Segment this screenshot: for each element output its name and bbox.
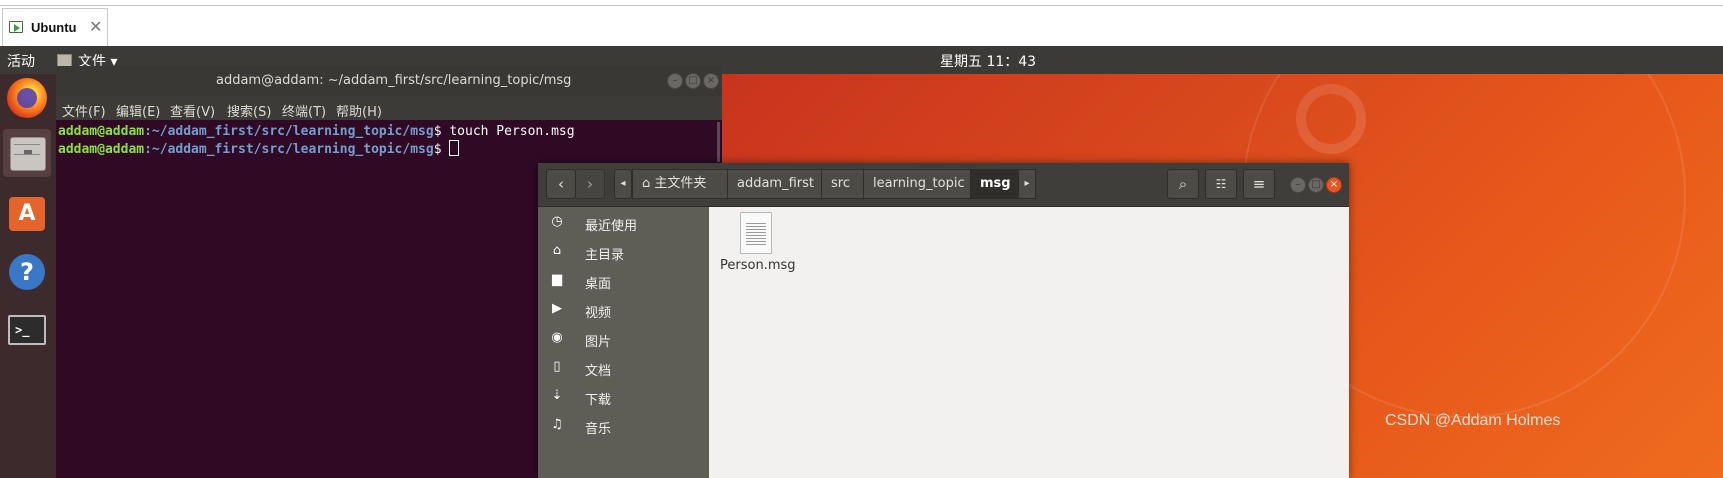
search-button[interactable]: ⌕ bbox=[1167, 169, 1199, 199]
terminal-titlebar[interactable]: addam@addam: ~/addam_first/src/learning_… bbox=[56, 66, 722, 96]
vm-play-icon bbox=[9, 21, 23, 33]
menu-file[interactable]: 文件(F) bbox=[62, 101, 106, 120]
sidebar-item-label: 桌面 bbox=[585, 277, 612, 292]
wallpaper-circle bbox=[1296, 84, 1366, 154]
forward-button[interactable]: › bbox=[575, 169, 605, 199]
terminal-title: addam@addam: ~/addam_first/src/learning_… bbox=[216, 73, 572, 88]
desktop-icon: ▆ bbox=[552, 272, 562, 287]
breadcrumb-left-arrow[interactable]: ◂ bbox=[614, 169, 632, 199]
dock-terminal[interactable]: >_ bbox=[3, 306, 51, 354]
sidebar-item-desktop[interactable]: ▆ 桌面 bbox=[538, 267, 709, 296]
terminal-scrollbar[interactable] bbox=[717, 122, 720, 162]
sidebar-item-label: 音乐 bbox=[585, 422, 612, 437]
list-view-icon: ☷ bbox=[1215, 177, 1227, 191]
terminal-command: $ touch Person.msg bbox=[433, 124, 575, 139]
maximize-button[interactable]: □ bbox=[1308, 177, 1324, 193]
files-headerbar[interactable]: ‹ › ◂ ⌂ 主文件夹 addam_first src learning_to… bbox=[538, 163, 1349, 207]
vm-tab-ubuntu[interactable]: Ubuntu ✕ bbox=[2, 8, 108, 46]
sidebar-item-label: 下载 bbox=[585, 393, 612, 408]
dock-firefox[interactable] bbox=[3, 74, 51, 122]
close-button[interactable]: × bbox=[703, 73, 719, 89]
breadcrumb-home[interactable]: ⌂ 主文件夹 bbox=[632, 169, 728, 199]
sidebar-item-label: 主目录 bbox=[585, 248, 625, 263]
recent-icon: ◷ bbox=[551, 214, 563, 229]
maximize-button[interactable]: □ bbox=[685, 73, 701, 89]
dock-help[interactable]: ? bbox=[3, 248, 51, 296]
close-icon[interactable]: ✕ bbox=[89, 17, 102, 36]
dock: A ? >_ bbox=[0, 74, 56, 478]
view-options-button[interactable]: ☷ bbox=[1205, 169, 1237, 199]
vm-tab-bar: Ubuntu ✕ bbox=[0, 0, 1723, 47]
sidebar-item-music[interactable]: ♫ 音乐 bbox=[538, 412, 709, 441]
files-content[interactable]: Person.msg bbox=[710, 207, 1349, 478]
sidebar-item-documents[interactable]: ▯ 文档 bbox=[538, 354, 709, 383]
breadcrumb-addam-first[interactable]: addam_first bbox=[727, 169, 822, 199]
sidebar-item-home[interactable]: ⌂ 主目录 bbox=[538, 238, 709, 267]
back-button[interactable]: ‹ bbox=[546, 169, 576, 199]
breadcrumb-right-arrow[interactable]: ▸ bbox=[1018, 169, 1036, 199]
files-window[interactable]: ‹ › ◂ ⌂ 主文件夹 addam_first src learning_to… bbox=[538, 163, 1349, 478]
terminal-line: addam@addam:~/addam_first/src/learning_t… bbox=[58, 123, 575, 140]
terminal-line: addam@addam:~/addam_first/src/learning_t… bbox=[58, 140, 575, 158]
dock-software[interactable]: A bbox=[3, 189, 51, 237]
camera-icon: ◉ bbox=[551, 330, 563, 345]
files-sidebar: ◷ 最近使用 ⌂ 主目录 ▆ 桌面 ▶ 视频 ◉ 图片 ▯ 文档 ⇣ 下载 ♫ 音乐 bbox=[538, 207, 709, 478]
home-icon: ⌂ bbox=[552, 243, 562, 258]
prompt-path: :~/addam_first/src/learning_topic/msg bbox=[144, 124, 434, 139]
clock[interactable]: 星期五 11：43 bbox=[940, 51, 1036, 71]
breadcrumb-msg[interactable]: msg bbox=[970, 169, 1019, 199]
document-icon: ▯ bbox=[553, 359, 561, 374]
breadcrumb-src[interactable]: src bbox=[821, 169, 864, 199]
files-icon bbox=[10, 137, 46, 171]
file-name: Person.msg bbox=[720, 258, 796, 273]
terminal-cursor bbox=[449, 140, 460, 156]
minimize-button[interactable]: – bbox=[667, 73, 683, 89]
firefox-icon bbox=[7, 78, 47, 118]
terminal-menubar: 文件(F) 编辑(E) 查看(V) 搜索(S) 终端(T) 帮助(H) bbox=[56, 96, 722, 120]
terminal-output[interactable]: addam@addam:~/addam_first/src/learning_t… bbox=[58, 123, 575, 158]
download-icon: ⇣ bbox=[551, 388, 563, 403]
music-icon: ♫ bbox=[551, 417, 563, 432]
prompt-user: addam@addam bbox=[58, 142, 145, 157]
hamburger-icon: ≡ bbox=[1252, 175, 1266, 193]
menu-view[interactable]: 查看(V) bbox=[170, 101, 215, 120]
activities-button[interactable]: 活动 bbox=[7, 51, 35, 71]
close-button[interactable]: × bbox=[1326, 177, 1342, 193]
video-icon: ▶ bbox=[552, 301, 562, 316]
watermark: CSDN @Addam Holmes bbox=[1385, 412, 1561, 429]
menu-help[interactable]: 帮助(H) bbox=[336, 101, 382, 120]
sidebar-item-pictures[interactable]: ◉ 图片 bbox=[538, 325, 709, 354]
prompt-path: :~/addam_first/src/learning_topic/msg bbox=[144, 142, 434, 157]
help-icon: ? bbox=[9, 254, 45, 290]
menu-button[interactable]: ≡ bbox=[1243, 169, 1275, 199]
sidebar-item-recent[interactable]: ◷ 最近使用 bbox=[538, 209, 709, 238]
menu-terminal[interactable]: 终端(T) bbox=[282, 101, 326, 120]
sidebar-item-label: 最近使用 bbox=[585, 219, 638, 234]
minimize-button[interactable]: – bbox=[1290, 177, 1306, 193]
menu-search[interactable]: 搜索(S) bbox=[227, 101, 271, 120]
vm-tab-label: Ubuntu bbox=[31, 20, 77, 35]
search-icon: ⌕ bbox=[1178, 175, 1188, 193]
sidebar-item-label: 图片 bbox=[585, 335, 612, 350]
software-center-icon: A bbox=[9, 197, 45, 231]
text-file-icon bbox=[740, 212, 772, 254]
sidebar-item-label: 视频 bbox=[585, 306, 612, 321]
menu-edit[interactable]: 编辑(E) bbox=[116, 101, 160, 120]
sidebar-item-downloads[interactable]: ⇣ 下载 bbox=[538, 383, 709, 412]
prompt-user: addam@addam bbox=[58, 124, 145, 139]
vm-tab-bar-line bbox=[0, 5, 1723, 6]
sidebar-item-videos[interactable]: ▶ 视频 bbox=[538, 296, 709, 325]
terminal-command: $ bbox=[433, 142, 450, 157]
sidebar-item-label: 文档 bbox=[585, 364, 612, 379]
dock-files[interactable] bbox=[3, 129, 51, 177]
terminal-icon: >_ bbox=[8, 315, 46, 345]
breadcrumb-learning-topic[interactable]: learning_topic bbox=[863, 169, 971, 199]
